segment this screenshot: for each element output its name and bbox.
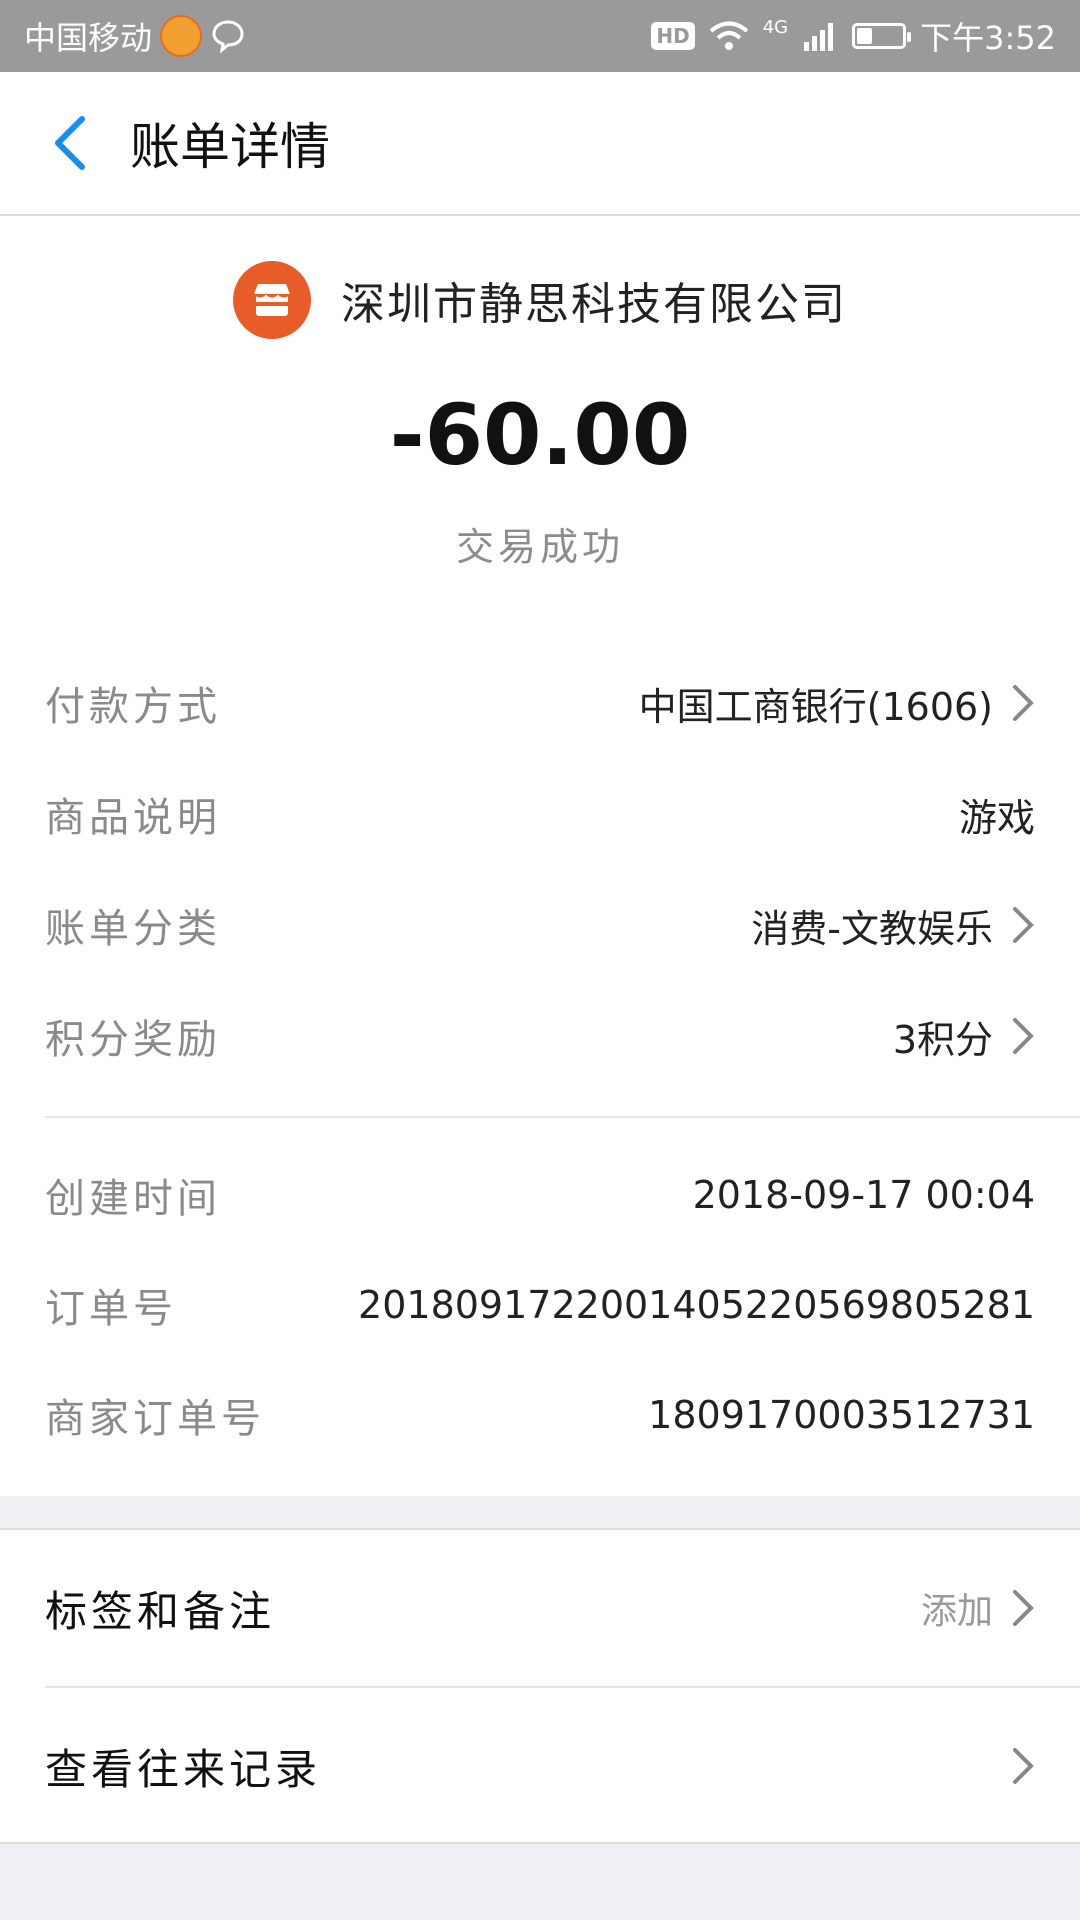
tags-and-notes-label: 标签和备注 (45, 1586, 276, 1636)
merchant-order-number-row: 商家订单号 1809170003512731 (45, 1380, 1035, 1450)
product-description-label: 商品说明 (45, 795, 221, 841)
chat-bubble-icon (212, 20, 244, 53)
merchant-order-number-label: 商家订单号 (45, 1396, 265, 1442)
order-number-label: 订单号 (45, 1286, 177, 1332)
status-time: 下午3:52 (920, 19, 1056, 57)
created-time-value: 2018-09-17 00:04 (692, 1173, 1035, 1217)
shop-icon (233, 261, 311, 339)
order-number-row: 订单号 2018091722001405220569805281 (45, 1270, 1035, 1340)
created-time-row: 创建时间 2018-09-17 00:04 (45, 1160, 1035, 1230)
battery-icon (852, 23, 912, 49)
network-type: 4G (762, 17, 789, 38)
carrier-name: 中国移动 (24, 19, 153, 57)
add-tag-link[interactable]: 添加 (921, 1582, 993, 1634)
bill-category-row[interactable]: 账单分类 消费-文教娱乐 (45, 890, 1035, 960)
back-arrow-icon (55, 116, 85, 170)
page-title: 账单详情 (130, 118, 330, 176)
wifi-icon (709, 21, 748, 50)
product-description-row: 商品说明 游戏 (45, 779, 1035, 849)
tags-and-notes-row[interactable]: 标签和备注 添加 (45, 1530, 1035, 1686)
view-history-label: 查看往来记录 (45, 1744, 322, 1794)
payment-method-label: 付款方式 (45, 684, 221, 730)
app-header: 账单详情 (0, 72, 1080, 216)
order-number-value: 2018091722001405220569805281 (358, 1283, 1035, 1327)
battery-level (857, 28, 873, 44)
chevron-right-icon (1013, 907, 1034, 943)
chevron-right-icon (1013, 1748, 1034, 1784)
points-reward-row[interactable]: 积分奖励 3积分 (45, 1001, 1035, 1071)
carrier-logo-icon (160, 15, 203, 57)
signal-icon (804, 23, 834, 51)
product-description-value: 游戏 (958, 795, 1035, 840)
points-reward-label: 积分奖励 (45, 1017, 221, 1063)
section-divider (45, 1116, 1080, 1118)
merchant-info: 深圳市静思科技有限公司 (0, 260, 1080, 340)
merchant-name: 深圳市静思科技有限公司 (341, 279, 847, 330)
status-bar: 中国移动 HD 4G 下午3:52 (0, 0, 1080, 72)
points-reward-value: 3积分 (892, 1017, 993, 1062)
bill-category-value: 消费-文教娱乐 (751, 906, 993, 951)
created-time-label: 创建时间 (45, 1176, 221, 1222)
actions-card: 标签和备注 添加 查看往来记录 (0, 1528, 1080, 1844)
chevron-right-icon (1013, 1590, 1034, 1626)
chevron-right-icon (1013, 685, 1034, 721)
bill-category-label: 账单分类 (45, 906, 221, 952)
transaction-status: 交易成功 (455, 525, 624, 569)
hd-badge: HD (651, 22, 695, 50)
back-button[interactable] (40, 113, 100, 173)
merchant-order-number-value: 1809170003512731 (648, 1393, 1035, 1437)
view-history-row[interactable]: 查看往来记录 (45, 1688, 1035, 1844)
transaction-amount: -60.00 (389, 386, 691, 484)
chevron-right-icon (1013, 1018, 1034, 1054)
bill-detail-card: 深圳市静思科技有限公司 -60.00 交易成功 付款方式 中国工商银行(1606… (0, 216, 1080, 1496)
payment-method-row[interactable]: 付款方式 中国工商银行(1606) (45, 668, 1035, 738)
payment-method-value: 中国工商银行(1606) (638, 684, 993, 729)
